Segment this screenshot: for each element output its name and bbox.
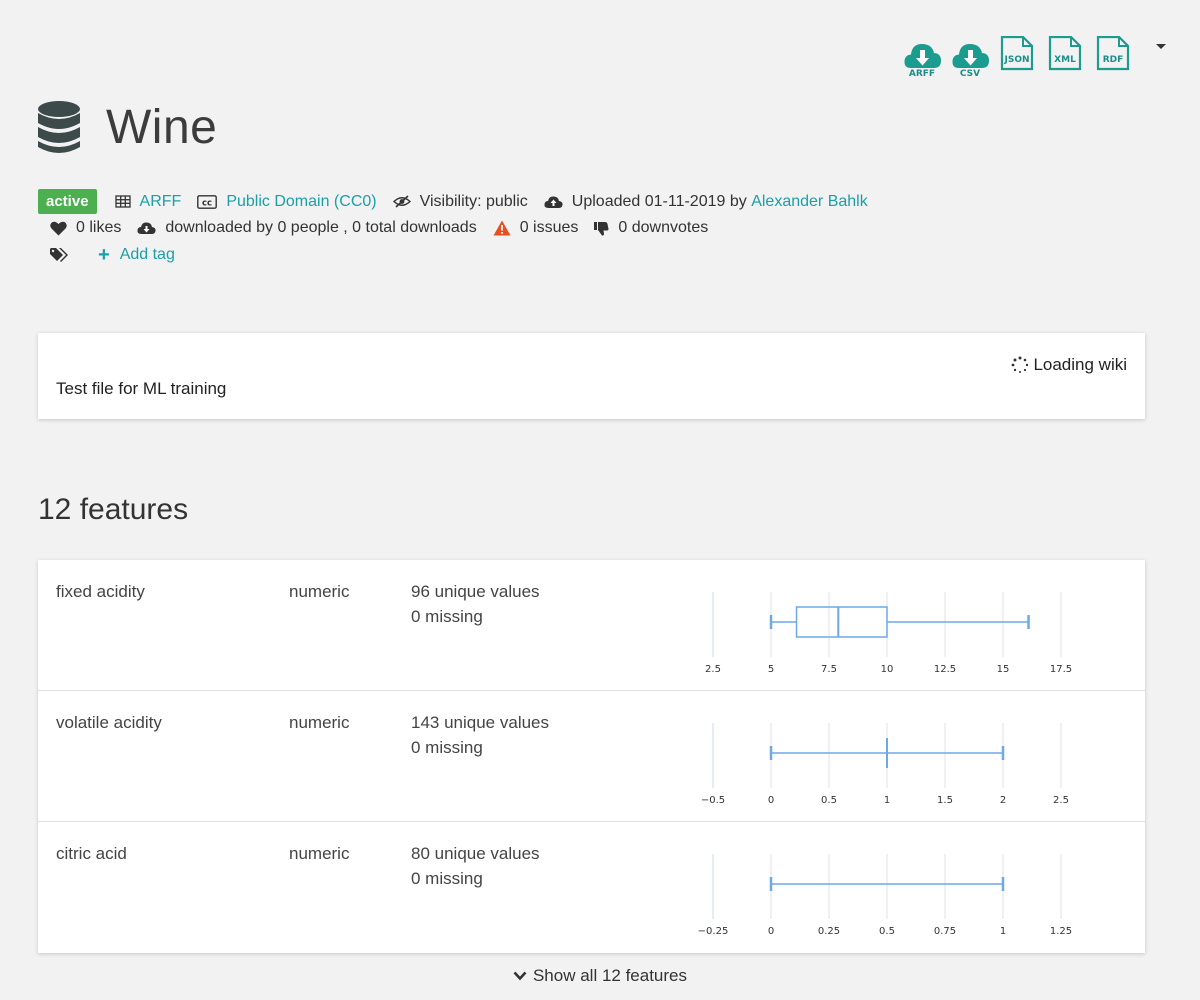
tick-label: 15 [997,664,1010,675]
creative-commons-icon: cc [197,194,218,209]
feature-missing: 0 missing [411,738,483,757]
box [795,606,888,638]
tick-label: 5 [768,664,774,675]
wiki-card: Loading wiki Test file for ML training [38,333,1145,419]
tick-label: 10 [881,664,894,675]
download-format-label: CSV [959,69,981,79]
tick-label: 0.5 [879,926,895,937]
feature-type: numeric [289,582,350,601]
tags-line: + Add tag [50,244,175,266]
tick-label: 0 [768,795,774,806]
thumbs-down-icon[interactable] [594,221,609,236]
tick-label: 7.5 [821,664,837,675]
downloads-item: downloaded by 0 people , 0 total downloa… [137,219,477,237]
download-rdf-button[interactable]: RDF [1095,36,1135,80]
features-heading: 12 features [38,493,189,526]
uploader-link[interactable]: Alexander Bahlk [751,193,868,211]
upload-item: Uploaded 01-11-2019 by Alexander Bahlk [544,193,868,211]
dataset-meta-line: active ARFF cc Public Domain (CC0) Visib… [38,189,884,214]
boxplot-chart: −0.5 0 0.5 1 1.5 2 2.5 [701,723,1069,806]
download-toolbar: ARFF CSV JSON XML RDF [903,36,1143,80]
feature-missing: 0 missing [411,869,483,888]
download-format-label: ARFF [908,69,936,79]
tick-label: 12.5 [934,664,956,675]
likes-count: 0 likes [76,219,122,236]
tick-label: 0.75 [934,926,956,937]
downvotes-item: 0 downvotes [594,219,708,237]
feature-name: fixed acidity [56,582,145,601]
tick-label: 2 [1000,795,1006,806]
issues-count: 0 issues [519,219,579,236]
format-link[interactable]: ARFF [140,193,182,211]
wiki-loading: Loading wiki [1011,355,1127,375]
visibility-text: Visibility: public [419,192,528,210]
download-format-label: RDF [1102,55,1124,65]
feature-unique-values: 80 unique values [411,844,540,863]
cloud-upload-icon [544,195,563,209]
plus-icon: + [98,244,110,266]
cloud-download-icon [137,221,156,235]
features-card: fixed acidity numeric 96 unique values 0 mi… [38,560,1145,953]
tick-label: 0.5 [821,795,837,806]
feature-type: numeric [289,713,350,732]
tick-label: 2.5 [705,664,721,675]
license-item: cc Public Domain (CC0) [197,193,377,211]
tick-label: −0.5 [701,795,725,806]
download-json-button[interactable]: JSON [999,36,1039,80]
feature-row[interactable]: citric acid numeric 80 unique values 0 miss… [38,822,1145,952]
page-title: Wine [106,101,218,154]
tick-label: 0 [768,926,774,937]
show-all-features-button[interactable]: Show all 12 features [0,966,1200,986]
feature-missing: 0 missing [411,607,483,626]
tick-label: 2.5 [1053,795,1069,806]
title-row: Wine [38,100,217,155]
feature-unique-values: 96 unique values [411,582,540,601]
download-arff-button[interactable]: ARFF [903,36,943,80]
add-tag-button[interactable]: + Add tag [98,244,175,266]
downvotes-count: 0 downvotes [618,219,709,236]
visibility-item: Visibility: public [392,192,528,211]
download-format-label: XML [1054,55,1076,65]
feature-type: numeric [289,844,350,863]
download-xml-button[interactable]: XML [1047,36,1087,80]
uploaded-text: Uploaded 01-11-2019 by [571,192,747,210]
eye-slash-icon [392,195,411,208]
tick-label: 0.25 [818,926,840,937]
database-icon [38,100,80,153]
chevron-down-icon [513,971,527,981]
wiki-loading-text: Loading wiki [1033,355,1127,374]
feature-name: volatile acidity [56,713,162,732]
issues-item: 0 issues [493,219,579,237]
dataset-stats-line: 0 likes downloaded by 0 people , 0 total… [50,219,724,237]
tick-label: 1.25 [1050,926,1072,937]
spinner-icon [1012,356,1029,373]
more-downloads-caret-icon[interactable] [1156,44,1166,49]
tick-label: 1 [884,795,890,806]
show-all-label: Show all 12 features [532,966,688,985]
heart-icon[interactable] [50,221,67,236]
svg-text:cc: cc [202,198,212,208]
tick-label: 1.5 [937,795,953,806]
table-icon [114,195,131,208]
boxplot-chart: 2.5 5 7.5 10 12.5 15 17.5 [705,592,1072,675]
feature-unique-values: 143 unique values [411,713,550,732]
format-item: ARFF [114,193,182,211]
feature-row[interactable]: volatile acidity numeric 143 unique values… [38,691,1145,822]
tick-label: −0.25 [698,926,728,937]
license-link[interactable]: Public Domain (CC0) [226,193,376,211]
feature-row[interactable]: fixed acidity numeric 96 unique values 0 mi… [38,560,1145,691]
tick-label: 1 [1000,926,1006,937]
add-tag-label: Add tag [119,246,175,263]
wiki-description: Test file for ML training [56,379,227,398]
download-csv-button[interactable]: CSV [951,36,991,80]
status-badge: active [38,189,97,214]
warning-icon [493,220,511,236]
likes-item: 0 likes [50,219,121,237]
feature-name: citric acid [56,844,127,863]
tick-label: 17.5 [1050,664,1072,675]
boxplot-chart: −0.25 0 0.25 0.5 0.75 1 1.25 [698,854,1072,937]
downloads-text: downloaded by 0 people , 0 total downloa… [165,219,477,236]
tags-icon [50,247,70,263]
download-format-label: JSON [1004,55,1030,65]
